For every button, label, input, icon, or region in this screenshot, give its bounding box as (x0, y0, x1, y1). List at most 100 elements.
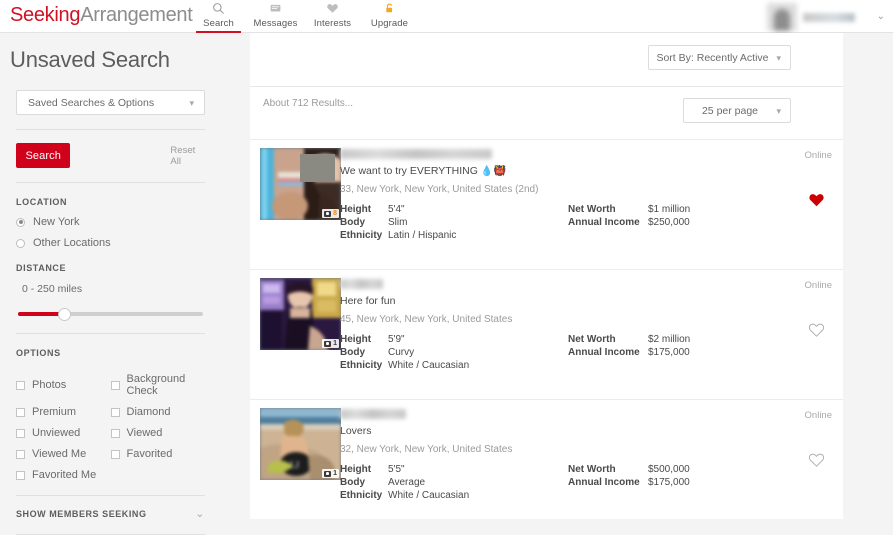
checkbox-diamond[interactable]: Diamond (111, 406, 206, 418)
search-button[interactable]: Search (16, 143, 70, 168)
checkbox-icon (16, 450, 25, 459)
radio-icon (16, 239, 25, 248)
photo-count: 8 (333, 209, 337, 218)
checkbox-unviewed[interactable]: Unviewed (16, 427, 111, 439)
saved-searches-select[interactable]: Saved Searches & Options ▾ (16, 90, 205, 115)
attr-value-height: 5'5" (388, 464, 405, 475)
radio-location-other[interactable]: Other Locations (16, 237, 205, 249)
checkbox-label-diamond: Diamond (127, 406, 171, 418)
result-bar: About 712 Results... 25 per page ▾ (250, 87, 843, 139)
profile-thumbnail[interactable]: 1 (260, 278, 341, 350)
show-members-seeking-toggle[interactable]: SHOW MEMBERS SEEKING ⌄ (16, 507, 205, 520)
checkbox-icon (111, 408, 120, 417)
chevron-down-icon: ▾ (776, 46, 781, 71)
divider (16, 495, 205, 496)
per-page-label: 25 per page (702, 105, 758, 117)
reset-all-link[interactable]: Reset All (170, 145, 205, 167)
attr-value-body: Average (388, 477, 425, 488)
favorite-button[interactable] (808, 452, 825, 468)
photo-count: 1 (333, 339, 337, 348)
profile-attributes: Height5'9" BodyCurvy EthnicityWhite / Ca… (340, 333, 469, 372)
checkbox-label-background-check: Background Check (127, 373, 206, 397)
nav-item-upgrade[interactable]: Upgrade (361, 0, 418, 33)
chevron-down-icon: ⌄ (195, 507, 205, 520)
checkbox-icon (16, 471, 25, 480)
attr-value-annual-income: $175,000 (648, 477, 690, 488)
checkbox-viewed-me[interactable]: Viewed Me (16, 448, 111, 460)
nav-item-messages[interactable]: Messages (247, 0, 304, 33)
checkbox-photos[interactable]: Photos (16, 373, 111, 397)
checkbox-label-favorited: Favorited (127, 448, 173, 460)
attr-label-annual-income: Annual Income (568, 346, 648, 359)
result-card[interactable]: LJ 1 Lovers 32, New York, New York, Unit… (250, 399, 843, 529)
checkbox-favorited[interactable]: Favorited (111, 448, 206, 460)
checkbox-premium[interactable]: Premium (16, 406, 111, 418)
avatar[interactable] (767, 3, 797, 31)
result-card[interactable]: 8 We want to try EVERYTHING 💧👹 33, New Y… (250, 139, 843, 269)
checkbox-icon (111, 381, 120, 390)
attr-value-ethnicity: White / Caucasian (388, 490, 469, 501)
nav-label-messages: Messages (247, 18, 304, 29)
photo-count: 1 (333, 469, 337, 478)
attr-ethnicity: EthnicityLatin / Hispanic (340, 229, 456, 242)
profile-thumbnail[interactable]: LJ 1 (260, 408, 341, 480)
attr-label-annual-income: Annual Income (568, 216, 648, 229)
chevron-down-icon[interactable]: ⌄ (877, 12, 885, 22)
checkbox-viewed[interactable]: Viewed (111, 427, 206, 439)
checkbox-icon (16, 381, 25, 390)
radio-label-new-york: New York (33, 216, 79, 228)
attr-height: Height5'9" (340, 333, 469, 346)
checkbox-background-check[interactable]: Background Check (111, 373, 206, 397)
divider (16, 333, 205, 334)
search-icon (190, 2, 247, 17)
divider (16, 182, 205, 183)
profile-attributes: Height5'4" BodySlim EthnicityLatin / His… (340, 203, 456, 242)
chevron-down-icon: ▾ (776, 99, 781, 124)
nav-label-interests: Interests (304, 18, 361, 29)
distance-slider[interactable] (16, 309, 205, 319)
attr-value-ethnicity: Latin / Hispanic (388, 230, 456, 241)
camera-icon (324, 341, 331, 347)
checkbox-favorited-me[interactable]: Favorited Me (16, 469, 111, 481)
attr-label-ethnicity: Ethnicity (340, 489, 388, 502)
attr-label-ethnicity: Ethnicity (340, 359, 388, 372)
profile-username[interactable] (340, 279, 383, 289)
profile-financials: Net Worth$500,000 Annual Income$175,000 (568, 463, 690, 489)
profile-username[interactable] (340, 149, 492, 159)
profile-username[interactable] (340, 409, 406, 419)
attr-annual-income: Annual Income$175,000 (568, 346, 690, 359)
primary-nav: Search Messages Interests Upgrade (190, 0, 418, 33)
user-menu[interactable]: ⌄ (767, 2, 885, 32)
radio-label-other-locations: Other Locations (33, 237, 111, 249)
attr-height: Height5'5" (340, 463, 469, 476)
site-logo[interactable]: SeekingArrangement (10, 4, 193, 27)
site-header: SeekingArrangement Search Messages Inter… (0, 0, 893, 33)
result-count: About 712 Results... (263, 98, 353, 109)
nav-item-interests[interactable]: Interests (304, 0, 361, 33)
profile-meta: 32, New York, New York, United States (340, 444, 512, 455)
attr-ethnicity: EthnicityWhite / Caucasian (340, 359, 469, 372)
result-card[interactable]: 1 Here for fun 45, New York, New York, U… (250, 269, 843, 399)
checkbox-label-photos: Photos (32, 379, 66, 391)
favorite-button[interactable] (808, 192, 825, 208)
options-grid: Photos Background Check Premium Diamond … (16, 364, 205, 481)
attr-height: Height5'4" (340, 203, 456, 216)
photo-count-badge: 1 (322, 339, 339, 348)
camera-icon (324, 211, 331, 217)
per-page-dropdown[interactable]: 25 per page ▾ (683, 98, 791, 123)
results-panel: Sort By: Recently Active ▾ About 712 Res… (250, 33, 843, 519)
slider-handle[interactable] (58, 308, 71, 321)
profile-thumbnail[interactable]: 8 (260, 148, 341, 220)
checkbox-icon (111, 429, 120, 438)
nav-item-search[interactable]: Search (190, 0, 247, 33)
search-actions: Search Reset All (16, 143, 205, 168)
chevron-down-icon: ▾ (189, 91, 194, 116)
radio-location-new-york[interactable]: New York (16, 216, 205, 228)
sort-by-dropdown[interactable]: Sort By: Recently Active ▾ (648, 45, 791, 70)
attr-label-ethnicity: Ethnicity (340, 229, 388, 242)
favorite-button[interactable] (808, 322, 825, 338)
search-sidebar: Unsaved Search Saved Searches & Options … (0, 33, 221, 519)
tagline-text: Here for fun (340, 295, 395, 307)
distance-heading: DISTANCE (16, 263, 205, 273)
attr-label-height: Height (340, 333, 388, 346)
